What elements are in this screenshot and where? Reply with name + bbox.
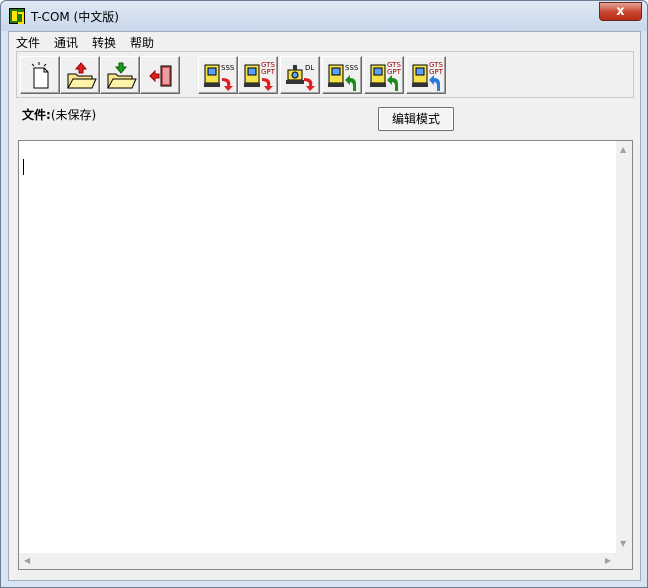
svg-text:GPT: GPT — [261, 68, 276, 76]
client-area: 文件 通讯 转换 帮助 SSS GTS GPT DL SSS GTS GPT G… — [8, 31, 641, 581]
svg-text:SSS: SSS — [345, 64, 359, 72]
edit-mode-button[interactable]: 编辑模式 — [378, 107, 454, 131]
exit-button[interactable] — [140, 56, 180, 94]
scroll-up-icon[interactable]: ▲ — [620, 146, 626, 154]
svg-text:GPT: GPT — [429, 68, 444, 76]
open-download-icon — [107, 62, 137, 89]
send-gts-gpt-button[interactable]: GTS GPT — [238, 56, 278, 94]
svg-text:GPT: GPT — [387, 68, 402, 76]
scroll-down-icon[interactable]: ▼ — [620, 540, 626, 548]
new-file-icon — [31, 62, 49, 89]
close-button[interactable]: x — [599, 2, 642, 21]
file-status: 文件:(未保存) — [22, 106, 96, 123]
app-logo-icon — [9, 8, 25, 24]
instrument-sss-send-icon: SSS — [204, 64, 235, 91]
menu-help[interactable]: 帮助 — [130, 34, 154, 51]
scroll-left-icon[interactable]: ◀ — [24, 557, 30, 565]
svg-text:SSS: SSS — [221, 64, 235, 72]
app-window: T-COM (中文版) x 文件 通讯 转换 帮助 SSS GTS GPT DL… — [0, 0, 648, 588]
instrument-gts-gpt-receive-blue-icon: GTS GPT — [412, 61, 444, 91]
svg-text:DL: DL — [305, 64, 314, 72]
receive-gts-gpt-button[interactable]: GTS GPT — [364, 56, 404, 94]
receive-gts-gpt-alt-button[interactable]: GTS GPT — [406, 56, 446, 94]
horizontal-scrollbar[interactable]: ◀ ▶ — [19, 553, 616, 569]
instrument-gts-gpt-send-icon: GTS GPT — [244, 61, 276, 91]
menu-convert[interactable]: 转换 — [92, 34, 116, 51]
menu-file[interactable]: 文件 — [16, 34, 40, 51]
menu-communication[interactable]: 通讯 — [54, 34, 78, 51]
send-sss-button[interactable]: SSS — [198, 56, 238, 94]
editor-textarea[interactable]: ▲ ▼ ◀ ▶ — [18, 140, 633, 570]
file-status-value: (未保存) — [50, 108, 97, 122]
scroll-right-icon[interactable]: ▶ — [605, 557, 611, 565]
scrollbar-corner — [616, 553, 632, 569]
exit-icon — [149, 65, 172, 87]
menu-bar: 文件 通讯 转换 帮助 — [9, 32, 640, 50]
toolbar: SSS GTS GPT DL SSS GTS GPT GTS GPT — [16, 51, 634, 98]
open-upload-icon — [67, 62, 97, 89]
title-bar[interactable]: T-COM (中文版) x — [1, 1, 647, 31]
open-download-button[interactable] — [100, 56, 140, 94]
text-caret — [23, 159, 24, 175]
new-file-button[interactable] — [20, 56, 60, 94]
open-upload-button[interactable] — [60, 56, 100, 94]
vertical-scrollbar[interactable]: ▲ ▼ — [616, 141, 632, 553]
window-title: T-COM (中文版) — [31, 10, 119, 24]
instrument-sss-receive-icon: SSS — [328, 64, 359, 91]
instrument-gts-gpt-receive-icon: GTS GPT — [370, 61, 402, 91]
file-status-label: 文件: — [22, 108, 51, 122]
send-dl-button[interactable]: DL — [280, 56, 320, 94]
receive-sss-button[interactable]: SSS — [322, 56, 362, 94]
instrument-dl-send-icon: DL — [286, 64, 315, 91]
